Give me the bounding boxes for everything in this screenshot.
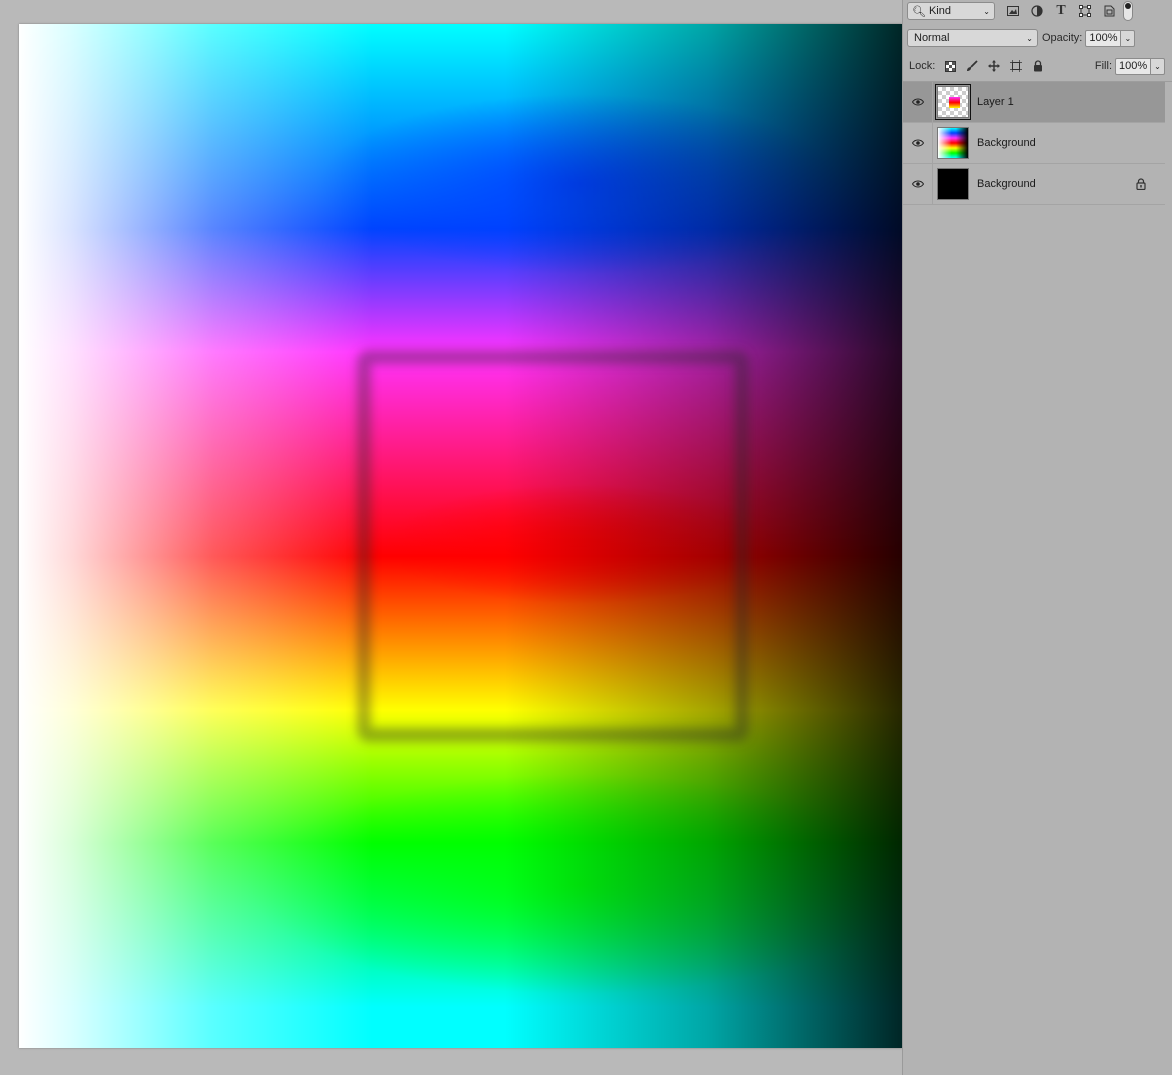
opacity-input[interactable]: 100% [1085, 29, 1122, 47]
fill-input[interactable]: 100% [1115, 57, 1151, 75]
layer-row-layer-1[interactable]: Layer 1 [903, 81, 1165, 123]
opacity-dropdown-button[interactable]: ⌄ [1121, 29, 1136, 47]
blend-row: Normal ⌄ Opacity: 100% ⌄ [903, 28, 1172, 48]
image-filter-icon[interactable] [1001, 2, 1025, 20]
visibility-eye-icon[interactable] [903, 122, 933, 164]
canvas-area[interactable] [0, 0, 902, 1075]
chevron-down-icon: ⌄ [983, 6, 990, 16]
fill-dropdown-button[interactable]: ⌄ [1151, 57, 1165, 75]
lock-image-pixels-icon[interactable] [961, 57, 983, 75]
fill-value: 100% [1119, 60, 1148, 72]
smart-object-filter-icon[interactable] [1097, 2, 1121, 20]
blend-mode-value: Normal [914, 32, 950, 44]
lock-artboard-icon[interactable] [1005, 57, 1027, 75]
lock-label: Lock: [909, 60, 936, 72]
layer-name: Background [977, 137, 1036, 149]
opacity-label: Opacity: [1042, 32, 1083, 44]
document-canvas[interactable] [19, 24, 902, 1048]
fill-label: Fill: [1094, 60, 1112, 72]
chevron-down-icon: ⌄ [1124, 33, 1132, 43]
visibility-eye-icon[interactable] [903, 163, 933, 205]
layer-thumbnail [937, 127, 969, 159]
layer-name: Background [977, 178, 1036, 190]
layer-lock-icon[interactable] [1131, 178, 1151, 190]
adjustment-filter-icon[interactable] [1025, 2, 1049, 20]
filter-kind-label: Kind [928, 5, 951, 17]
type-filter-icon[interactable]: T [1049, 2, 1073, 20]
filter-kind-select[interactable]: 🔍︎ Kind ⌄ [907, 2, 995, 20]
layer-name: Layer 1 [977, 96, 1014, 108]
lock-row: Lock: Fill: 100% ⌄ [903, 56, 1172, 76]
filter-toggle-switch[interactable] [1123, 1, 1133, 21]
chevron-down-icon: ⌄ [1154, 61, 1161, 71]
blend-mode-select[interactable]: Normal ⌄ [907, 29, 1038, 47]
search-icon: 🔍︎ [912, 5, 926, 18]
layer-1-square-shape[interactable] [357, 350, 749, 742]
lock-position-icon[interactable] [983, 57, 1005, 75]
chevron-down-icon: ⌄ [1026, 33, 1033, 43]
layer-thumbnail [935, 84, 971, 120]
layer-row-background[interactable]: Background [903, 122, 1165, 164]
layer-thumbnail-content [949, 97, 960, 108]
lock-transparent-pixels-icon[interactable] [939, 57, 961, 75]
opacity-value: 100% [1089, 32, 1118, 44]
layer-thumbnail [937, 168, 969, 200]
filter-row: 🔍︎ Kind ⌄ T [903, 0, 1172, 22]
layer-row-background-locked[interactable]: Background [903, 163, 1165, 205]
layer-list: Layer 1 Background Background [903, 81, 1165, 205]
layers-panel: 🔍︎ Kind ⌄ T Normal ⌄ Opacity: 100% ⌄ Loc… [902, 0, 1172, 1075]
visibility-eye-icon[interactable] [903, 81, 933, 123]
lock-all-icon[interactable] [1027, 57, 1049, 75]
shape-filter-icon[interactable] [1073, 2, 1097, 20]
